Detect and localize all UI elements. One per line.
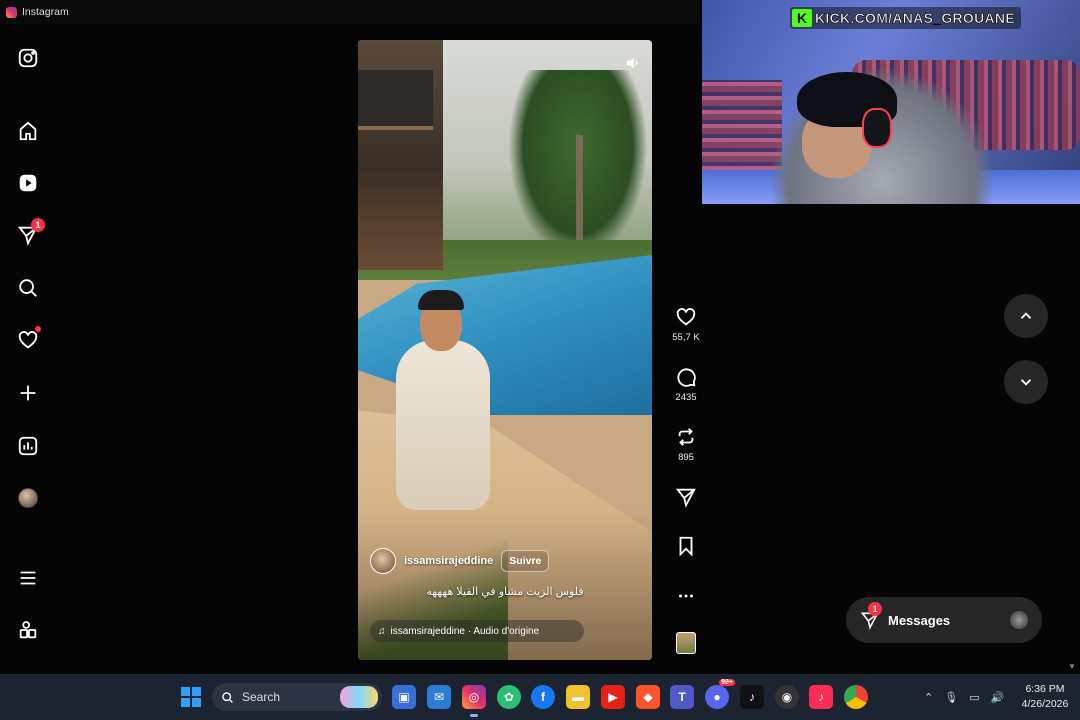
repost-icon: [678, 428, 694, 446]
video-house: [358, 40, 443, 270]
search-icon: [222, 691, 233, 703]
messages-icon[interactable]: 1: [14, 218, 45, 249]
discord-icon[interactable]: ● 99+: [705, 679, 735, 709]
taskbar-clock[interactable]: 6:36 PM 4/26/2026: [1016, 682, 1074, 712]
facebook-icon[interactable]: f: [531, 685, 555, 709]
chevron-up-icon: [1020, 312, 1032, 319]
profile-avatar[interactable]: [14, 484, 42, 512]
window-titlebar: Instagram: [0, 0, 700, 24]
volume-icon[interactable]: [624, 54, 642, 72]
audio-thumbnail[interactable]: [676, 632, 696, 654]
headset-icon: [862, 108, 892, 148]
store-icon[interactable]: ▣: [392, 685, 416, 709]
previous-reel-button[interactable]: [1004, 294, 1048, 338]
notifications-icon[interactable]: [14, 326, 42, 354]
bookmark-icon: [679, 536, 693, 557]
share-icon: [675, 488, 696, 508]
music-note-icon: ♫: [378, 625, 386, 637]
window-title: Instagram: [22, 6, 69, 18]
comment-icon: [677, 368, 696, 387]
messages-avatar: [1010, 611, 1028, 629]
audio-label: issamsirajeddine · Audio d'origine: [390, 625, 540, 637]
reel-author: issamsirajeddine Suivre: [370, 548, 550, 574]
repost-count: 895: [678, 452, 694, 463]
dashboard-icon[interactable]: [14, 432, 42, 460]
create-icon[interactable]: [14, 379, 42, 407]
reel-caption[interactable]: فلوس الزيت مشاو في الفيلا ههههه: [358, 585, 652, 598]
search-icon[interactable]: [14, 274, 42, 302]
reel-video[interactable]: issamsirajeddine Suivre فلوس الزيت مشاو …: [358, 40, 652, 660]
scroll-down-arrow[interactable]: ▼: [1068, 662, 1078, 672]
instagram-taskbar-icon[interactable]: ◎: [462, 685, 486, 717]
chevron-down-icon: [1020, 379, 1032, 386]
more-options-button[interactable]: [668, 585, 704, 607]
tray-expand-icon[interactable]: ⌃: [924, 691, 933, 704]
next-reel-button[interactable]: [1004, 360, 1048, 404]
messages-pill-icon: 1: [860, 602, 882, 630]
teams-icon[interactable]: T: [670, 685, 694, 709]
file-explorer-icon[interactable]: ▬: [566, 685, 590, 709]
kick-banner: K KICK.COM/ANAS_GROUANE: [790, 7, 1021, 29]
profile-avatar-image: [18, 488, 38, 508]
tiktok-icon[interactable]: ♪: [740, 685, 764, 709]
kick-channel-text: KICK.COM/ANAS_GROUANE: [815, 10, 1015, 27]
messages-badge: 1: [31, 218, 45, 232]
follow-button[interactable]: Suivre: [501, 550, 550, 572]
messages-button[interactable]: 1 Messages: [846, 597, 1042, 643]
clock-time: 6:36 PM: [1025, 683, 1065, 695]
chatgpt-icon[interactable]: ✿: [497, 685, 521, 709]
system-tray: ⌃ 🎙 ▭ 🔊: [924, 674, 1004, 720]
webcam-overlay: K KICK.COM/ANAS_GROUANE: [702, 0, 1080, 204]
like-count: 55,7 K: [672, 332, 700, 343]
more-dots-icon: [679, 594, 693, 598]
network-icon[interactable]: ▭: [969, 691, 979, 704]
microphone-icon[interactable]: 🎙: [944, 691, 958, 704]
messages-pill-badge: 1: [868, 602, 882, 616]
share-button[interactable]: [668, 486, 704, 508]
obs-icon[interactable]: ◉: [775, 685, 799, 709]
outlook-icon[interactable]: ✉: [427, 685, 451, 709]
sidebar: 1: [0, 24, 56, 674]
volume-tray-icon[interactable]: 🔊: [991, 691, 1005, 704]
instagram-app-icon: [6, 6, 17, 18]
author-username[interactable]: issamsirajeddine: [404, 555, 493, 567]
discord-badge: 99+: [719, 679, 735, 686]
brave-icon[interactable]: ◆: [636, 685, 660, 709]
search-highlight-icon: [340, 686, 378, 708]
save-button[interactable]: [668, 535, 704, 557]
tiktok-live-icon[interactable]: ♪: [809, 685, 833, 709]
reel-audio[interactable]: ♫ issamsirajeddine · Audio d'origine: [370, 620, 584, 642]
comment-count: 2435: [675, 392, 697, 403]
kick-logo-icon: K: [792, 9, 812, 27]
messages-label: Messages: [888, 612, 951, 628]
taskbar-search-label: Search: [242, 690, 281, 704]
youtube-icon[interactable]: ▶: [601, 685, 625, 709]
windows-start-icon[interactable]: [181, 687, 201, 707]
chrome-icon[interactable]: [844, 685, 868, 709]
author-avatar[interactable]: [370, 548, 396, 574]
menu-icon[interactable]: [14, 564, 42, 592]
notifications-dot: [35, 326, 41, 332]
home-icon[interactable]: [14, 117, 42, 145]
heart-icon: [676, 308, 696, 326]
video-person: [396, 340, 490, 510]
clock-date: 4/26/2026: [1021, 698, 1069, 710]
comment-button[interactable]: 2435: [668, 366, 704, 403]
like-button[interactable]: 55,7 K: [668, 306, 704, 343]
instagram-logo-icon[interactable]: [14, 44, 42, 72]
more-apps-icon[interactable]: [14, 616, 42, 644]
reels-icon[interactable]: [14, 169, 42, 197]
repost-button[interactable]: 895: [668, 426, 704, 463]
taskbar-search[interactable]: Search: [212, 683, 382, 711]
windows-taskbar: Search ▣ ✉ ◎ ✿ f ▬ ▶ ◆ T ● 99+ ♪ ◉ ♪ ⌃ 🎙 …: [0, 674, 1080, 720]
